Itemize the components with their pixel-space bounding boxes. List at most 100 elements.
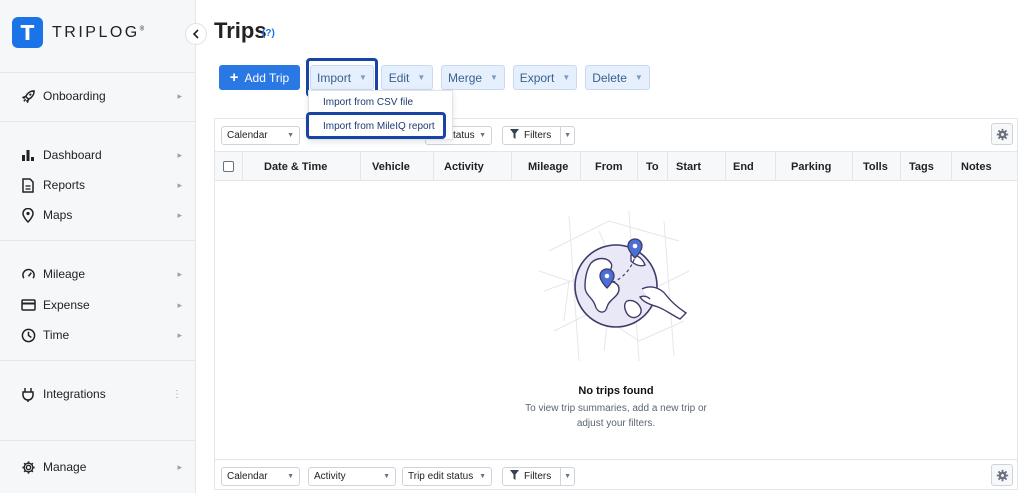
- select-all-checkbox[interactable]: [223, 161, 234, 172]
- column-divider: [852, 152, 853, 181]
- merge-button[interactable]: Merge ▼: [441, 65, 505, 90]
- column-divider: [433, 152, 434, 181]
- caret-down-icon: ▼: [560, 468, 571, 485]
- divider: [0, 440, 196, 441]
- sidebar-item-label: Onboarding: [43, 89, 106, 103]
- sidebar-item-label: Dashboard: [43, 148, 102, 162]
- sidebar-item-expense[interactable]: Expense ▸: [20, 294, 182, 316]
- column-mileage[interactable]: Mileage: [528, 152, 568, 181]
- column-start[interactable]: Start: [676, 152, 701, 181]
- chevron-right-icon: ▸: [177, 209, 182, 220]
- column-activity[interactable]: Activity: [444, 152, 484, 181]
- column-vehicle[interactable]: Vehicle: [372, 152, 410, 181]
- add-trip-button[interactable]: + Add Trip: [219, 65, 300, 90]
- column-parking[interactable]: Parking: [791, 152, 831, 181]
- table-settings-button[interactable]: [991, 123, 1013, 145]
- mileiq-highlight: [306, 112, 446, 139]
- collapse-sidebar-button[interactable]: [185, 23, 207, 45]
- gear-icon: [996, 469, 1008, 481]
- divider: [0, 121, 196, 122]
- sidebar-item-manage[interactable]: Manage ▸: [20, 456, 182, 478]
- column-to[interactable]: To: [646, 152, 659, 181]
- document-icon: [20, 177, 36, 193]
- sidebar-item-integrations[interactable]: Integrations ⋮: [20, 383, 182, 405]
- column-divider: [637, 152, 638, 181]
- funnel-icon: [510, 470, 519, 483]
- calendar-select-value: Calendar: [227, 130, 268, 141]
- column-divider: [725, 152, 726, 181]
- speedometer-icon: [20, 266, 36, 282]
- column-divider: [775, 152, 776, 181]
- sidebar-item-reports[interactable]: Reports ▸: [20, 174, 182, 196]
- caret-down-icon: ▼: [383, 473, 390, 480]
- sidebar-item-dashboard[interactable]: Dashboard ▸: [20, 144, 182, 166]
- column-date-time[interactable]: Date & Time: [264, 152, 327, 181]
- logo[interactable]: T TRIPLOG®: [12, 17, 144, 48]
- sidebar-item-label: Expense: [43, 298, 90, 312]
- divider: [0, 240, 196, 241]
- globe-illustration: [539, 211, 690, 362]
- rocket-icon: [20, 88, 36, 104]
- export-label: Export: [519, 70, 555, 85]
- caret-down-icon: ▼: [562, 73, 571, 82]
- caret-down-icon: ▼: [287, 132, 294, 139]
- more-vertical-icon: ⋮: [172, 388, 182, 400]
- calendar-select[interactable]: Calendar ▼: [221, 467, 300, 486]
- logo-letter: T: [20, 20, 35, 45]
- empty-state-title: No trips found: [578, 385, 654, 397]
- gear-icon: [20, 459, 36, 475]
- column-divider: [951, 152, 952, 181]
- filters-label: Filters: [524, 471, 552, 482]
- brand-name: TRIPLOG®: [52, 24, 144, 42]
- trip-edit-status-select[interactable]: Trip edit status ▼: [402, 467, 492, 486]
- bottom-filter-bar: Calendar ▼ Activity ▼ Trip edit status ▼ Fi…: [215, 459, 1017, 491]
- gear-icon: [996, 128, 1008, 140]
- activity-select-value: Activity: [314, 471, 346, 482]
- chevron-right-icon: ▸: [177, 268, 182, 279]
- sidebar-item-label: Manage: [43, 460, 87, 474]
- trips-table-panel: Calendar ▼ status ▼ Filters ▼ Date & Time …: [214, 118, 1018, 490]
- sidebar-item-maps[interactable]: Maps ▸: [20, 204, 182, 226]
- sidebar-item-label: Maps: [43, 208, 73, 222]
- sidebar-item-label: Time: [43, 328, 70, 342]
- filters-button[interactable]: Filters ▼: [502, 126, 575, 145]
- map-pin-icon: [20, 207, 36, 223]
- delete-button[interactable]: Delete ▼: [585, 65, 650, 90]
- table-header: Date & Time Vehicle Activity Mileage Fro…: [215, 151, 1017, 181]
- sidebar-item-mileage[interactable]: Mileage ▸: [20, 263, 182, 285]
- column-from[interactable]: From: [595, 152, 623, 181]
- add-trip-label: Add Trip: [244, 70, 290, 85]
- chevron-right-icon: ▸: [177, 329, 182, 340]
- activity-select[interactable]: Activity ▼: [308, 467, 396, 486]
- column-tolls[interactable]: Tolls: [863, 152, 888, 181]
- credit-card-icon: [20, 297, 36, 313]
- export-button[interactable]: Export ▼: [513, 65, 577, 90]
- sidebar-item-time[interactable]: Time ▸: [20, 324, 182, 346]
- caret-down-icon: ▼: [417, 73, 426, 82]
- merge-label: Merge: [448, 70, 483, 85]
- brand-name-text: TRIPLOG: [52, 23, 140, 41]
- filters-button[interactable]: Filters ▼: [502, 467, 575, 486]
- table-settings-button[interactable]: [991, 464, 1013, 486]
- trademark: ®: [139, 26, 145, 33]
- calendar-select[interactable]: Calendar ▼: [221, 126, 300, 145]
- caret-down-icon: ▼: [479, 473, 486, 480]
- sidebar-item-label: Reports: [43, 178, 86, 192]
- sidebar: T TRIPLOG® Onboarding ▸ Dashboard ▸ Repo…: [0, 0, 196, 493]
- column-divider: [360, 152, 361, 181]
- column-notes[interactable]: Notes: [961, 152, 992, 181]
- logo-mark: T: [12, 17, 43, 48]
- sidebar-item-onboarding[interactable]: Onboarding ▸: [20, 85, 182, 107]
- edit-label: Edit: [388, 70, 410, 85]
- edit-button[interactable]: Edit ▼: [381, 65, 433, 90]
- help-link[interactable]: (?): [262, 28, 275, 39]
- clock-icon: [20, 327, 36, 343]
- column-tags[interactable]: Tags: [909, 152, 934, 181]
- empty-state-subtitle: To view trip summaries, add a new trip o…: [525, 403, 707, 429]
- filters-label: Filters: [524, 130, 552, 141]
- column-divider: [900, 152, 901, 181]
- caret-down-icon: ▼: [287, 473, 294, 480]
- chevron-right-icon: ▸: [177, 179, 182, 190]
- column-end[interactable]: End: [733, 152, 754, 181]
- import-csv-option[interactable]: Import from CSV file: [323, 97, 413, 108]
